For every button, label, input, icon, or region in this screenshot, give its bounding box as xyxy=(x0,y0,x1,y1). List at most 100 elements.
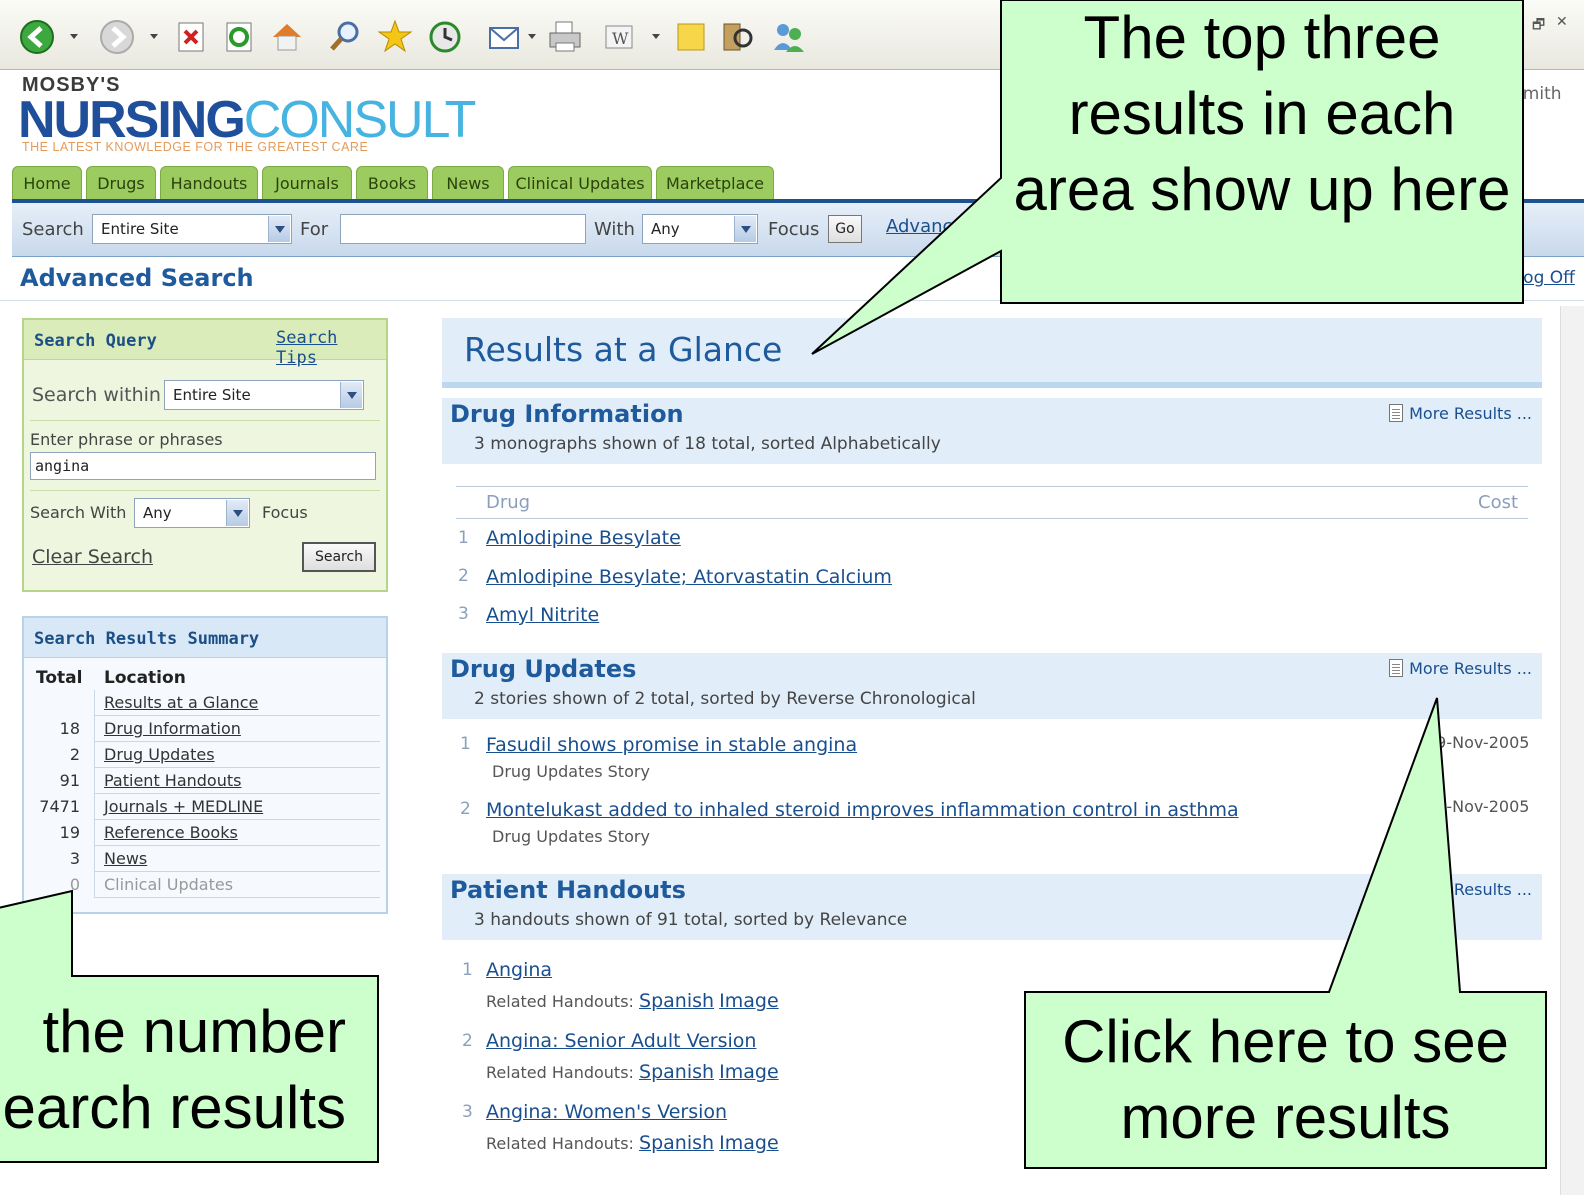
stop-icon[interactable] xyxy=(172,18,210,56)
back-icon[interactable] xyxy=(18,18,56,56)
summary-row[interactable]: 91 Patient Handouts xyxy=(24,768,386,794)
drug-link[interactable]: Amlodipine Besylate xyxy=(486,527,681,549)
drug-link[interactable]: Amlodipine Besylate; Atorvastatin Calciu… xyxy=(486,566,892,588)
more-results-link[interactable]: More Results ... xyxy=(1389,880,1532,899)
clear-search-link[interactable]: Clear Search xyxy=(32,546,153,568)
story-link[interactable]: Montelukast added to inhaled steroid imp… xyxy=(486,799,1239,821)
search-label: Search xyxy=(22,219,84,240)
search-query-header: Search Query Search Tips xyxy=(24,320,386,368)
search-tips-link[interactable]: Search Tips xyxy=(276,328,386,368)
tab-news[interactable]: News xyxy=(432,166,504,200)
patient-handouts-header: Patient Handouts 3 handouts shown of 91 … xyxy=(442,874,1542,940)
scrollbar[interactable] xyxy=(1560,306,1584,1195)
home-icon[interactable] xyxy=(268,18,306,56)
image-link[interactable]: Image xyxy=(719,990,779,1012)
mail-dropdown-icon[interactable] xyxy=(528,34,536,42)
search-button[interactable]: Search xyxy=(302,542,376,572)
divider xyxy=(456,518,1528,519)
more-results-label: More Results ... xyxy=(1409,404,1532,423)
search-within-select[interactable]: Entire Site xyxy=(164,380,364,410)
summary-row[interactable]: 3 News xyxy=(24,846,386,872)
divider xyxy=(30,490,380,491)
divider xyxy=(94,897,380,898)
logoff-link[interactable]: Log Off xyxy=(1514,268,1575,288)
history-icon[interactable] xyxy=(426,18,464,56)
related-label: Related Handouts: xyxy=(486,992,634,1011)
summary-location-link[interactable]: Results at a Glance xyxy=(104,690,258,716)
summary-location-link[interactable]: Patient Handouts xyxy=(104,768,241,794)
related-handouts: Related Handouts: Spanish Image xyxy=(486,1061,779,1083)
refresh-icon[interactable] xyxy=(220,18,258,56)
go-button[interactable]: Go xyxy=(828,215,862,243)
tab-marketplace[interactable]: Marketplace xyxy=(656,166,774,200)
summary-location-link[interactable]: Journals + MEDLINE xyxy=(104,794,263,820)
summary-row[interactable]: Results at a Glance xyxy=(24,690,386,716)
summary-row[interactable]: 19 Reference Books xyxy=(24,820,386,846)
spanish-link[interactable]: Spanish xyxy=(639,1061,714,1083)
page-title: Advanced Search xyxy=(20,264,254,292)
notes-icon[interactable] xyxy=(672,18,710,56)
drug-link[interactable]: Amyl Nitrite xyxy=(486,604,599,626)
phrase-label: Enter phrase or phrases xyxy=(30,430,223,449)
summary-location-link[interactable]: News xyxy=(104,846,147,872)
summary-row[interactable]: 2 Drug Updates xyxy=(24,742,386,768)
favorites-icon[interactable] xyxy=(376,18,414,56)
close-button[interactable]: ✕ xyxy=(1556,14,1568,30)
handout-link[interactable]: Angina xyxy=(486,959,552,981)
spanish-link[interactable]: Spanish xyxy=(639,1132,714,1154)
tab-books[interactable]: Books xyxy=(356,166,428,200)
handout-link[interactable]: Angina: Senior Adult Version xyxy=(486,1030,756,1052)
advanced-search-link[interactable]: Advanc xyxy=(886,216,952,237)
summary-row[interactable]: 18 Drug Information xyxy=(24,716,386,742)
document-icon xyxy=(1389,880,1404,898)
related-label: Related Handouts: xyxy=(486,1134,634,1153)
phrase-input[interactable]: angina xyxy=(30,452,376,480)
search-input[interactable] xyxy=(340,214,586,244)
search-with-select[interactable]: Any xyxy=(134,498,250,528)
col-total: Total xyxy=(36,668,83,688)
summary-location-link[interactable]: Drug Updates xyxy=(104,742,215,768)
chevron-down-icon xyxy=(268,216,290,242)
handout-link[interactable]: Angina: Women's Version xyxy=(486,1101,727,1123)
divider xyxy=(94,768,95,794)
chevron-down-icon xyxy=(226,500,248,526)
search-scope-select[interactable]: Entire Site xyxy=(92,214,292,244)
summary-location-link[interactable]: Reference Books xyxy=(104,820,238,846)
search-icon[interactable] xyxy=(326,18,364,56)
search-within-label: Search within xyxy=(32,384,161,406)
summary-row[interactable]: 7471 Journals + MEDLINE xyxy=(24,794,386,820)
tab-drugs[interactable]: Drugs xyxy=(86,166,156,200)
edit-dropdown-icon[interactable] xyxy=(652,34,660,42)
tab-handouts[interactable]: Handouts xyxy=(160,166,258,200)
tab-home[interactable]: Home xyxy=(12,166,82,200)
research-icon[interactable] xyxy=(718,18,756,56)
drug-information-header: Drug Information 3 monographs shown of 1… xyxy=(442,398,1542,464)
search-with-label: Search With xyxy=(30,503,127,522)
callout-left-line-1: the number xyxy=(42,998,346,1065)
more-results-link[interactable]: More Results ... xyxy=(1389,659,1532,678)
story-date: 25-Nov-2005 xyxy=(1426,797,1530,816)
chevron-down-icon xyxy=(734,216,756,242)
restore-button[interactable]: 🗗 xyxy=(1532,14,1545,38)
with-select[interactable]: Any xyxy=(642,214,758,244)
image-link[interactable]: Image xyxy=(719,1132,779,1154)
focus-label: Focus xyxy=(262,503,308,522)
story-link[interactable]: Fasudil shows promise in stable angina xyxy=(486,734,857,756)
forward-icon[interactable] xyxy=(98,18,136,56)
image-link[interactable]: Image xyxy=(719,1061,779,1083)
result-number: 2 xyxy=(462,1031,473,1051)
more-results-link[interactable]: More Results ... xyxy=(1389,404,1532,423)
summary-total: 18 xyxy=(59,719,80,738)
forward-dropdown-icon[interactable] xyxy=(150,34,158,42)
spanish-link[interactable]: Spanish xyxy=(639,990,714,1012)
print-icon[interactable] xyxy=(546,18,584,56)
word-icon[interactable]: W xyxy=(600,18,638,56)
back-dropdown-icon[interactable] xyxy=(70,34,78,42)
mail-icon[interactable] xyxy=(486,18,524,56)
divider xyxy=(94,872,95,898)
tab-journals[interactable]: Journals xyxy=(262,166,352,200)
summary-total: 7471 xyxy=(39,797,80,816)
tab-clinical-updates[interactable]: Clinical Updates xyxy=(508,166,652,200)
messenger-icon[interactable] xyxy=(770,18,808,56)
summary-location-link[interactable]: Drug Information xyxy=(104,716,241,742)
